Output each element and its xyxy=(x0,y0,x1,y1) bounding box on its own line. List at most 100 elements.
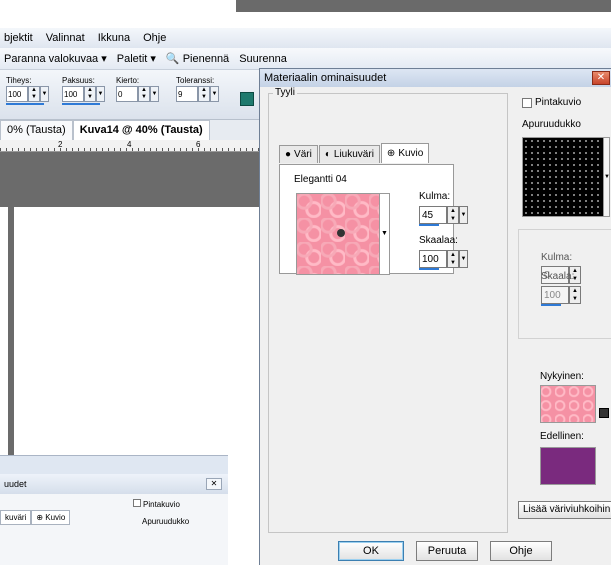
rotation-spinner[interactable]: ▲ ▼ xyxy=(138,86,150,102)
thickness-spinner[interactable]: ▲ ▼ xyxy=(84,86,96,102)
rotation-dropdown[interactable]: ▼ xyxy=(150,86,159,102)
menu-objektit[interactable]: bjektit xyxy=(4,32,33,44)
main-toolbar: Paranna valokuvaa ▾ Paletit ▾ 🔍 Pienennä… xyxy=(0,48,611,70)
menu-bar: bjektit Valinnat Ikkuna Ohje xyxy=(0,28,611,48)
rotation-input[interactable] xyxy=(116,86,138,102)
previous-swatch[interactable] xyxy=(540,447,596,485)
thickness-input[interactable] xyxy=(62,86,84,102)
ghost-dialog-title: uudet xyxy=(0,474,228,494)
add-to-swatches-button[interactable]: Lisää väriviuhkoihin... xyxy=(518,501,611,519)
pattern-dropdown-arrow[interactable]: ▼ xyxy=(380,193,390,275)
save-icon[interactable] xyxy=(240,92,254,106)
zoom-in-button[interactable]: Suurenna xyxy=(239,53,287,65)
tolerance-input[interactable] xyxy=(176,86,198,102)
pattern-center-marker xyxy=(337,229,345,237)
menu-ohje[interactable]: Ohje xyxy=(143,32,166,44)
previous-label: Edellinen: xyxy=(540,431,584,442)
tab-color-label: Väri xyxy=(294,149,312,160)
ruler-mark: 6 xyxy=(196,140,201,149)
current-swatch[interactable] xyxy=(540,385,596,423)
grid-options-group xyxy=(518,229,611,339)
texture-checkbox[interactable] xyxy=(522,97,532,108)
grid-scale-bar xyxy=(541,304,561,306)
toolbar-palettes[interactable]: Paletit ▾ xyxy=(117,52,156,65)
swap-icon[interactable] xyxy=(599,408,609,418)
scale-input[interactable] xyxy=(419,250,447,268)
opt-tolerance: Toleranssi: ▲▼▼ xyxy=(176,76,219,102)
ok-button[interactable]: OK xyxy=(338,541,404,561)
doc-tab-kuva14[interactable]: Kuva14 @ 40% (Tausta) xyxy=(72,120,210,140)
toolbar-enhance-photo[interactable]: Paranna valokuvaa ▾ xyxy=(4,52,107,65)
ruler-mark: 4 xyxy=(127,140,132,149)
color-circle-icon: ● xyxy=(285,149,292,160)
tab-gradient[interactable]: ◐ Liukuväri xyxy=(318,145,380,163)
grid-scale-spinner: ▲ ▼ xyxy=(569,286,581,304)
tolerance-spinner[interactable]: ▲ ▼ xyxy=(198,86,210,102)
zoom-out-label: Pienennä xyxy=(182,53,230,65)
scale-field: ▲▼ ▼ xyxy=(419,250,468,270)
dialog-title: Materiaalin ominaisuudet xyxy=(260,69,611,87)
scale-bar xyxy=(419,268,439,270)
density-spinner[interactable]: ▲ ▼ xyxy=(28,86,40,102)
doc-tab-1[interactable]: 0% (Tausta) xyxy=(0,120,73,140)
opt-rotation: Kierto: ▲▼▼ xyxy=(116,76,159,102)
opt-rotation-label: Kierto: xyxy=(116,76,140,85)
tab-color[interactable]: ● Väri xyxy=(279,145,318,163)
close-icon: ✕ xyxy=(206,478,222,490)
opt-thickness-label: Paksuus: xyxy=(62,76,95,85)
grid-scale-label: Skaala: xyxy=(541,271,575,282)
canvas-area xyxy=(0,152,260,207)
angle-spinner[interactable]: ▲ ▼ xyxy=(447,206,459,224)
checkbox xyxy=(133,499,141,507)
dialog-buttons: OK Peruuta Ohje xyxy=(338,541,552,561)
grid-preview[interactable] xyxy=(522,137,604,217)
opt-density-label: Tiheys: xyxy=(6,76,32,85)
ruler-mark: 2 xyxy=(58,140,63,149)
thickness-dropdown[interactable]: ▼ xyxy=(96,86,105,102)
ghost-dialog: uudet ✕ Pintakuvio Apuruudukko kuväri ⊕ … xyxy=(0,455,228,565)
angle-bar xyxy=(419,224,439,226)
thickness-bar xyxy=(62,103,100,105)
opt-tolerance-label: Toleranssi: xyxy=(176,76,215,85)
grid-dropdown-arrow[interactable]: ▼ xyxy=(604,137,610,217)
cancel-button[interactable]: Peruuta xyxy=(416,541,478,561)
grid-scale-input xyxy=(541,286,569,304)
scale-spinner[interactable]: ▲ ▼ xyxy=(447,250,459,268)
ghost-pintakuvio-label: Pintakuvio xyxy=(143,500,180,509)
menu-ikkuna[interactable]: Ikkuna xyxy=(98,32,130,44)
document-tabs: 0% (Tausta) Kuva14 @ 40% (Tausta) xyxy=(0,120,260,140)
angle-dropdown[interactable]: ▼ xyxy=(459,206,468,224)
ruler: 2 4 6 xyxy=(0,140,260,152)
grid-angle-label: Kulma: xyxy=(541,252,573,263)
ghost-apuruudukko: Apuruudukko xyxy=(142,517,190,526)
help-button[interactable]: Ohje xyxy=(490,541,552,561)
magnifier-icon: 🔍 xyxy=(165,53,180,65)
tab-pattern[interactable]: ⊕ Kuvio xyxy=(380,143,430,163)
ghost-tab-gradient: kuväri xyxy=(0,510,32,525)
close-button[interactable]: ✕ xyxy=(592,71,610,85)
current-label: Nykyinen: xyxy=(540,371,584,382)
style-group-label: Tyyli xyxy=(273,87,297,98)
gradient-half-icon: ◐ xyxy=(324,149,331,160)
grid-label: Apuruudukko xyxy=(522,119,581,130)
ghost-tab-pattern: ⊕ Kuvio xyxy=(31,510,71,525)
workspace-divider xyxy=(0,207,14,455)
scale-dropdown[interactable]: ▼ xyxy=(459,250,468,268)
menu-valinnat[interactable]: Valinnat xyxy=(46,32,85,44)
ghost-dialog-body xyxy=(0,494,228,565)
scale-label: Skaalaa: xyxy=(419,235,458,246)
density-input[interactable] xyxy=(6,86,28,102)
tolerance-dropdown[interactable]: ▼ xyxy=(210,86,219,102)
texture-label: Pintakuvio xyxy=(535,97,582,108)
density-bar xyxy=(6,103,44,105)
density-dropdown[interactable]: ▼ xyxy=(40,86,49,102)
opt-density: Tiheys: ▲▼▼ xyxy=(6,76,49,105)
tab-pattern-label: Kuvio xyxy=(398,148,424,159)
window-strip xyxy=(236,0,611,12)
zoom-out-button[interactable]: 🔍 Pienennä xyxy=(166,52,229,65)
angle-input[interactable] xyxy=(419,206,447,224)
pattern-name: Elegantti 04 xyxy=(294,174,347,185)
texture-checkbox-row[interactable]: Pintakuvio xyxy=(522,97,581,108)
angle-field: ▲▼ ▼ xyxy=(419,206,468,226)
ghost-tabs: kuväri ⊕ Kuvio xyxy=(0,510,71,525)
